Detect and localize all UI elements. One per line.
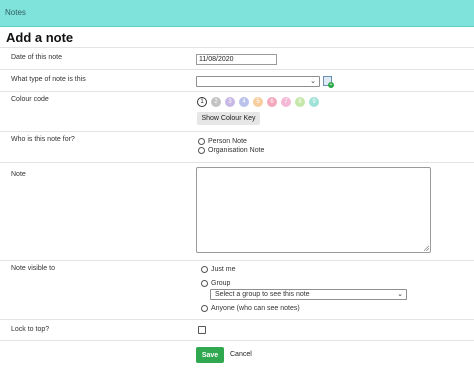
show-colour-key-button[interactable]: Show Colour Key [197,112,260,125]
note-type-label: What type of note is this [11,76,86,83]
page-title: Add a note [6,30,74,45]
date-field[interactable]: 11/08/2020 [196,54,277,65]
organisation-note-radio[interactable] [198,147,205,154]
note-label: Note [11,171,26,178]
person-note-label: Person Note [208,138,247,145]
swatch-number: 8 [298,99,302,105]
anyone-radio[interactable] [201,305,208,312]
visibility-label: Note visible to [11,265,55,272]
divider [0,319,474,320]
swatch-number: 4 [242,99,246,105]
divider [0,260,474,261]
note-textarea[interactable] [196,167,431,253]
swatch-number: 9 [312,99,316,105]
swatch-number: 6 [270,99,274,105]
window-title-bar: Notes [0,0,474,27]
swatch-number: 5 [256,99,260,105]
colour-swatch-2[interactable]: 2 [211,97,221,107]
divider [0,69,474,70]
add-note-type-icon[interactable]: + [323,76,334,88]
divider [0,47,474,48]
colour-swatch-8[interactable]: 8 [295,97,305,107]
colour-swatch-6[interactable]: 6 [267,97,277,107]
colour-swatch-4[interactable]: 4 [239,97,249,107]
colour-swatch-5[interactable]: 5 [253,97,263,107]
group-select[interactable]: Select a group to see this note ⌄ [210,289,407,300]
chevron-down-icon: ⌄ [310,78,316,85]
plus-icon: + [328,82,334,88]
who-for-label: Who is this note for? [11,136,75,143]
organisation-note-label: Organisation Note [208,147,265,154]
swatch-number: 2 [214,99,218,105]
group-radio[interactable] [201,280,208,287]
lock-label: Lock to top? [11,326,50,333]
chevron-down-icon: ⌄ [397,291,403,298]
colour-swatch-3[interactable]: 3 [225,97,235,107]
colour-code-label: Colour code [11,96,49,103]
divider [0,131,474,132]
date-label: Date of this note [11,54,62,61]
colour-swatch-9[interactable]: 9 [309,97,319,107]
save-button[interactable]: Save [196,347,224,363]
lock-to-top-checkbox[interactable] [198,326,206,334]
swatch-number: 3 [228,99,232,105]
divider [0,340,474,341]
colour-swatch-7[interactable]: 7 [281,97,291,107]
swatch-number: 1 [200,99,204,105]
divider [0,162,474,163]
swatch-number: 7 [284,99,288,105]
window-title: Notes [5,8,26,17]
person-note-radio[interactable] [198,138,205,145]
just-me-label: Just me [211,266,236,273]
group-label: Group [211,280,231,287]
resize-handle-icon[interactable] [424,246,429,251]
notes-window: Notes Add a note Date of this note 11/08… [0,0,474,375]
divider [0,91,474,92]
group-select-value: Select a group to see this note [215,291,310,298]
note-type-select[interactable]: ⌄ [196,76,320,87]
just-me-radio[interactable] [201,266,208,273]
anyone-label: Anyone (who can see notes) [211,305,300,312]
cancel-link[interactable]: Cancel [230,351,252,358]
colour-swatch-1[interactable]: 1 [197,97,207,107]
